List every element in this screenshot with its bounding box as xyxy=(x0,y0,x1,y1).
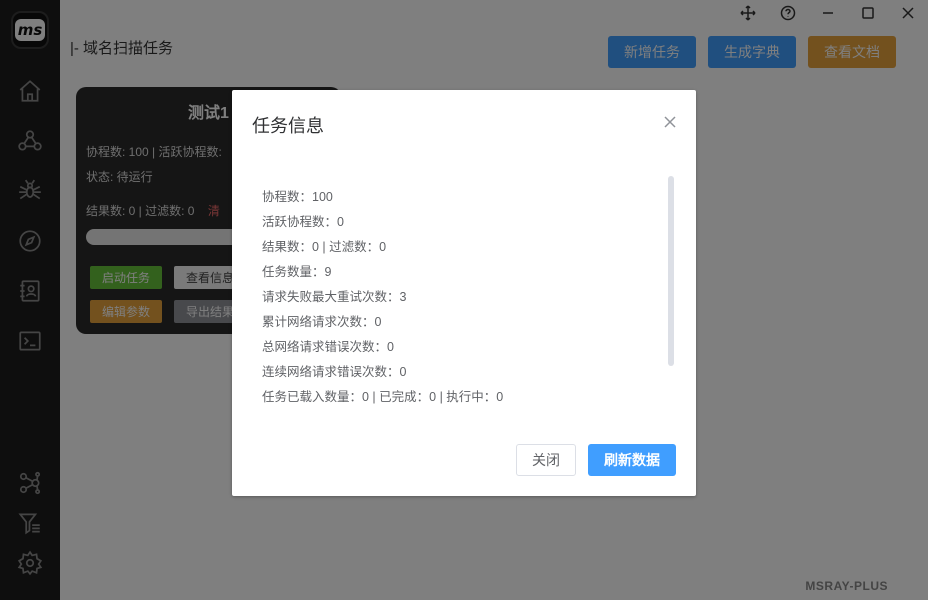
info-row: 任务已载入数量：0 | 已完成：0 | 执行中：0 xyxy=(262,390,504,404)
info-row: 协程数：100 xyxy=(262,190,333,204)
task-info-dialog: 任务信息 协程数：100 活跃协程数：0 结果数：0 | 过滤数：0 任务数量：… xyxy=(232,90,696,496)
info-row: 连续网络请求错误次数：0 xyxy=(262,365,407,379)
info-row: 总网络请求错误次数：0 xyxy=(262,340,394,354)
dialog-scrollbar[interactable] xyxy=(668,176,674,366)
refresh-data-button[interactable]: 刷新数据 xyxy=(588,444,676,476)
info-row: 活跃协程数：0 xyxy=(262,215,344,229)
info-row: 任务数量：9 xyxy=(262,265,332,279)
dialog-close-icon[interactable] xyxy=(662,114,678,130)
dialog-title: 任务信息 xyxy=(252,116,324,136)
info-row: 请求失败最大重试次数：3 xyxy=(262,290,407,304)
task-info-list: 协程数：100 活跃协程数：0 结果数：0 | 过滤数：0 任务数量：9 请求失… xyxy=(262,186,682,411)
close-button[interactable]: 关闭 xyxy=(516,444,576,476)
info-row: 累计网络请求次数：0 xyxy=(262,315,382,329)
info-row: 结果数：0 | 过滤数：0 xyxy=(262,240,387,254)
